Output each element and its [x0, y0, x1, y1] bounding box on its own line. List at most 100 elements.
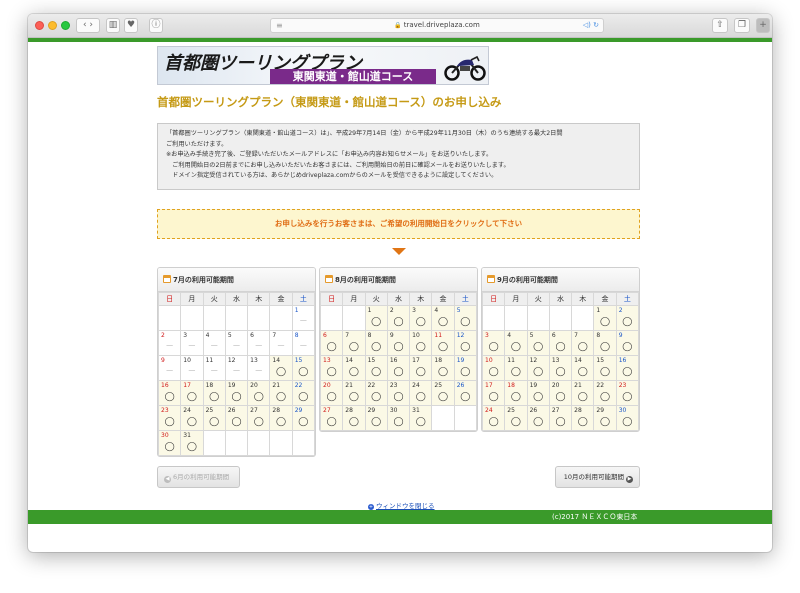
share-icon[interactable]: ⇧	[712, 18, 728, 33]
available-day-cell[interactable]: 27 ◯	[320, 405, 344, 431]
close-window-link[interactable]: + ウィンドウを閉じる	[368, 500, 435, 510]
available-day-cell[interactable]: 30 ◯	[386, 405, 411, 431]
available-day-cell[interactable]: 18 ◯	[504, 380, 528, 406]
available-day-cell[interactable]: 16 ◯	[615, 355, 639, 381]
available-day-cell[interactable]: 11 ◯	[431, 330, 455, 356]
next-month-button[interactable]: 10月の利用可能期間 ▶	[555, 466, 640, 488]
available-day-cell[interactable]: 12 ◯	[526, 355, 550, 381]
available-day-cell[interactable]: 20 ◯	[548, 380, 573, 406]
minimize-window-button[interactable]	[48, 21, 57, 30]
reader-icon[interactable]: ≡	[276, 19, 283, 32]
available-day-cell[interactable]: 23 ◯	[158, 405, 182, 431]
available-day-cell[interactable]: 26 ◯	[453, 380, 477, 406]
available-day-cell[interactable]: 14 ◯	[571, 355, 595, 381]
day-number: 30	[618, 407, 627, 414]
available-day-cell[interactable]: 1 ◯	[593, 305, 617, 331]
privacy-icon[interactable]: ⓘ	[149, 18, 163, 33]
available-day-cell[interactable]: 26 ◯	[526, 405, 550, 431]
available-day-cell[interactable]: 18 ◯	[202, 380, 226, 406]
available-day-cell[interactable]: 27 ◯	[247, 405, 271, 431]
available-day-cell[interactable]: 6 ◯	[320, 330, 344, 356]
available-day-cell[interactable]: 29 ◯	[593, 405, 617, 431]
available-day-cell[interactable]: 29 ◯	[364, 405, 388, 431]
available-day-cell[interactable]: 25 ◯	[202, 405, 226, 431]
available-day-cell[interactable]: 30 ◯	[158, 430, 182, 456]
available-day-cell[interactable]: 27 ◯	[548, 405, 573, 431]
pocket-icon[interactable]: ♥	[124, 18, 138, 33]
new-tab-button[interactable]: +	[756, 18, 770, 33]
available-day-cell[interactable]: 21 ◯	[269, 380, 293, 406]
available-day-cell[interactable]: 19 ◯	[526, 380, 550, 406]
available-day-cell[interactable]: 31 ◯	[180, 430, 204, 456]
available-day-cell[interactable]: 20 ◯	[247, 380, 271, 406]
close-window-button[interactable]	[35, 21, 44, 30]
available-day-cell[interactable]: 10 ◯	[482, 355, 506, 381]
available-day-cell[interactable]: 8 ◯	[364, 330, 388, 356]
available-day-cell[interactable]: 23 ◯	[615, 380, 639, 406]
available-day-cell[interactable]: 24 ◯	[409, 380, 433, 406]
available-day-cell[interactable]: 17 ◯	[180, 380, 204, 406]
available-day-cell[interactable]: 22 ◯	[291, 380, 315, 406]
day-number: 9	[618, 332, 623, 339]
available-day-cell[interactable]: 15 ◯	[593, 355, 617, 381]
available-day-cell[interactable]: 25 ◯	[504, 405, 528, 431]
available-day-cell[interactable]: 15 ◯	[364, 355, 388, 381]
available-day-cell[interactable]: 13 ◯	[548, 355, 573, 381]
available-day-cell[interactable]: 1 ◯	[364, 305, 388, 331]
available-day-cell[interactable]: 18 ◯	[431, 355, 455, 381]
available-day-cell[interactable]: 23 ◯	[386, 380, 411, 406]
available-day-cell[interactable]: 7 ◯	[342, 330, 366, 356]
available-day-cell[interactable]: 4 ◯	[431, 305, 455, 331]
available-day-cell[interactable]: 7 ◯	[571, 330, 595, 356]
available-day-cell[interactable]: 11 ◯	[504, 355, 528, 381]
zoom-window-button[interactable]	[61, 21, 70, 30]
available-day-cell[interactable]: 21 ◯	[342, 380, 366, 406]
available-day-cell[interactable]: 24 ◯	[482, 405, 506, 431]
available-day-cell[interactable]: 8 ◯	[593, 330, 617, 356]
available-day-cell[interactable]: 3 ◯	[482, 330, 506, 356]
available-day-cell[interactable]: 17 ◯	[482, 380, 506, 406]
available-day-cell[interactable]: 30 ◯	[615, 405, 639, 431]
prev-month-button[interactable]: ◀ 6月の利用可能期間	[157, 466, 240, 488]
available-day-cell[interactable]: 14 ◯	[342, 355, 366, 381]
tabs-icon[interactable]: ❐	[734, 18, 750, 33]
address-bar[interactable]: ≡ 🔒 travel.driveplaza.com ◁) ↻	[270, 18, 604, 33]
available-day-cell[interactable]: 17 ◯	[409, 355, 433, 381]
available-day-cell[interactable]: 15 ◯	[291, 355, 315, 381]
available-day-cell[interactable]: 16 ◯	[386, 355, 411, 381]
sidebar-icon[interactable]: ▥	[106, 18, 120, 33]
back-forward-buttons[interactable]: ‹ ›	[76, 18, 100, 33]
available-day-cell[interactable]: 21 ◯	[571, 380, 595, 406]
available-day-cell[interactable]: 25 ◯	[431, 380, 455, 406]
available-day-cell[interactable]: 9 ◯	[615, 330, 639, 356]
available-day-cell[interactable]: 5 ◯	[453, 305, 477, 331]
available-day-cell[interactable]: 22 ◯	[593, 380, 617, 406]
available-day-cell[interactable]: 28 ◯	[571, 405, 595, 431]
day-number: 22	[367, 382, 376, 389]
available-day-cell[interactable]: 13 ◯	[320, 355, 344, 381]
available-day-cell[interactable]: 22 ◯	[364, 380, 388, 406]
day-number: 16	[161, 382, 169, 389]
available-day-cell[interactable]: 24 ◯	[180, 405, 204, 431]
available-day-cell[interactable]: 14 ◯	[269, 355, 293, 381]
available-day-cell[interactable]: 2 ◯	[386, 305, 411, 331]
available-day-cell[interactable]: 9 ◯	[386, 330, 411, 356]
available-day-cell[interactable]: 28 ◯	[342, 405, 366, 431]
available-day-cell[interactable]: 6 ◯	[548, 330, 573, 356]
available-day-cell[interactable]: 4 ◯	[504, 330, 528, 356]
available-day-cell[interactable]: 31 ◯	[409, 405, 433, 431]
available-day-cell[interactable]: 3 ◯	[409, 305, 433, 331]
available-day-cell[interactable]: 19 ◯	[224, 380, 249, 406]
reload-icon[interactable]: ◁) ↻	[583, 19, 599, 32]
available-day-cell[interactable]: 5 ◯	[526, 330, 550, 356]
available-day-cell[interactable]: 19 ◯	[453, 355, 477, 381]
available-day-cell[interactable]: 10 ◯	[409, 330, 433, 356]
available-day-cell[interactable]: 20 ◯	[320, 380, 344, 406]
available-day-cell[interactable]: 28 ◯	[269, 405, 293, 431]
available-day-cell[interactable]: 2 ◯	[615, 305, 639, 331]
available-day-cell[interactable]: 12 ◯	[453, 330, 477, 356]
day-number: 21	[272, 382, 281, 389]
available-day-cell[interactable]: 26 ◯	[224, 405, 249, 431]
available-day-cell[interactable]: 29 ◯	[291, 405, 315, 431]
available-day-cell[interactable]: 16 ◯	[158, 380, 182, 406]
